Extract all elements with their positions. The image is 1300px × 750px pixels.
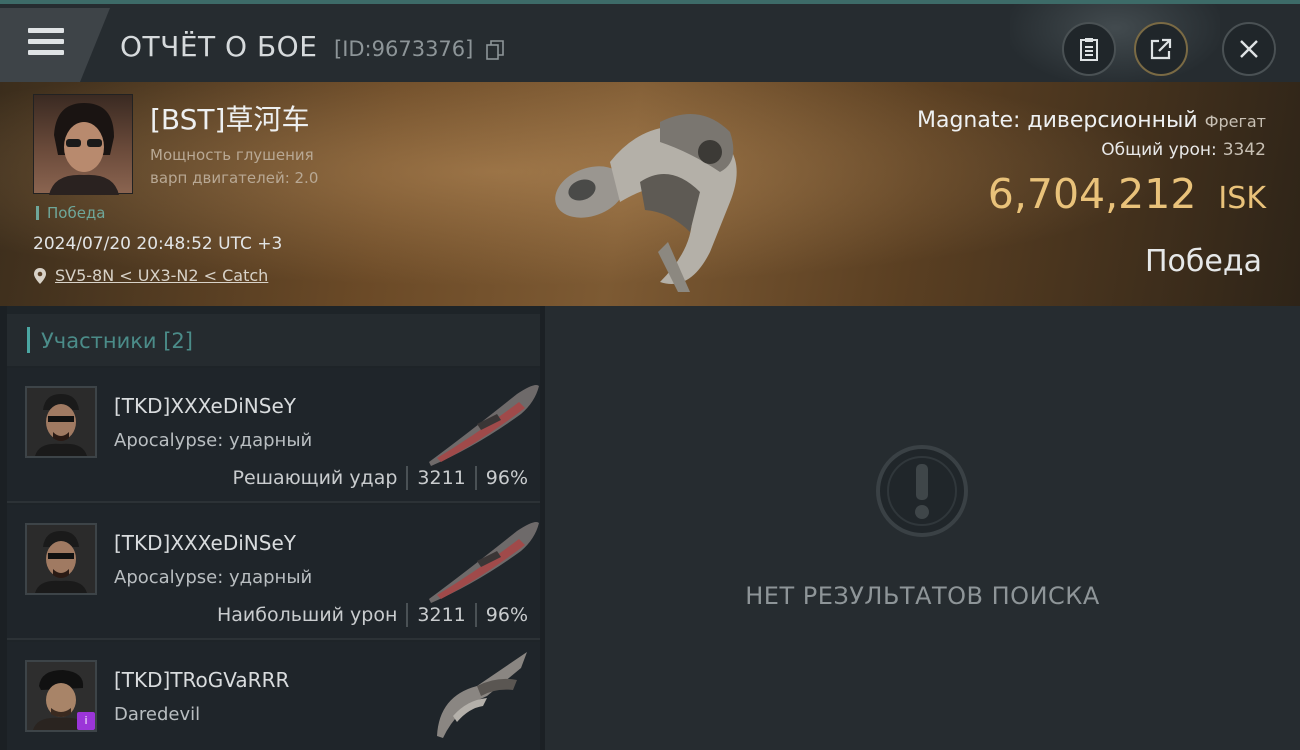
participant-damage: 3211 bbox=[417, 467, 466, 489]
avatar[interactable] bbox=[25, 386, 97, 458]
participant-role: Наибольший урон bbox=[216, 604, 398, 626]
victim-banner: [BST]草河车 Мощность глушения варп двигател… bbox=[0, 82, 1300, 306]
participant-ship-image[interactable] bbox=[417, 646, 542, 741]
page-title: ОТЧЁТ О БОЕ bbox=[120, 30, 318, 63]
damage-label: Общий урон: bbox=[1101, 140, 1217, 160]
stat-line: варп двигателей: 2.0 bbox=[150, 169, 319, 187]
participant-damage-percent: 96% bbox=[485, 467, 528, 489]
isk-value: 6,704,212 bbox=[987, 170, 1197, 218]
share-button[interactable] bbox=[1134, 22, 1188, 76]
victim-ship-image[interactable] bbox=[540, 92, 760, 297]
share-icon bbox=[1150, 38, 1172, 60]
participant-row[interactable]: [TKD]XXXeDiNSeY Apocalypse: ударный Наиб… bbox=[7, 505, 540, 640]
isk-value-line: 6,704,212 ISK bbox=[988, 170, 1266, 218]
timestamp: 2024/07/20 20:48:52 UTC +3 bbox=[33, 234, 283, 254]
location-text: SV5-8N < UX3-N2 < Catch bbox=[55, 266, 269, 285]
victim-ship-stat: Мощность глушения варп двигателей: 2.0 bbox=[150, 144, 318, 190]
avatar[interactable]: i bbox=[25, 660, 97, 732]
copy-icon[interactable] bbox=[486, 40, 504, 60]
separator bbox=[474, 603, 477, 627]
ship-name-text: Magnate: диверсионный bbox=[917, 108, 1198, 133]
battle-result: Победа bbox=[1145, 244, 1262, 279]
ship-class: Фрегат bbox=[1204, 112, 1266, 131]
avatar[interactable] bbox=[25, 523, 97, 595]
victim-pilot-name[interactable]: [BST]草河车 bbox=[150, 98, 309, 138]
participant-ship: Apocalypse: ударный bbox=[114, 430, 313, 451]
isk-unit: ISK bbox=[1218, 181, 1266, 216]
clipboard-button[interactable] bbox=[1062, 22, 1116, 76]
location-pin-icon bbox=[34, 267, 46, 284]
participant-role: Решающий удар bbox=[232, 467, 398, 489]
participants-header: Участники [2] bbox=[7, 314, 540, 366]
stat-line: Мощность глушения bbox=[150, 146, 314, 164]
separator bbox=[406, 603, 409, 627]
clipboard-icon bbox=[1080, 38, 1098, 61]
menu-button[interactable] bbox=[0, 8, 110, 84]
empty-state-text: НЕТ РЕЗУЛЬТАТОВ ПОИСКА bbox=[745, 582, 1100, 610]
location-link[interactable]: SV5-8N < UX3-N2 < Catch bbox=[33, 266, 268, 285]
close-button[interactable] bbox=[1222, 22, 1276, 76]
participants-label: Участники [2] bbox=[41, 329, 193, 353]
exclamation-icon bbox=[876, 445, 968, 537]
menu-icon bbox=[28, 28, 64, 61]
participant-name[interactable]: [TKD]TRoGVaRRR bbox=[114, 668, 289, 692]
participant-damage: 3211 bbox=[417, 604, 466, 626]
separator bbox=[474, 466, 477, 490]
damage-value: 3342 bbox=[1222, 140, 1266, 160]
participant-name[interactable]: [TKD]XXXeDiNSeY bbox=[114, 531, 296, 555]
participant-stats: Решающий удар 3211 96% bbox=[233, 466, 528, 490]
report-id: [ID:9673376] bbox=[334, 37, 474, 61]
details-panel: НЕТ РЕЗУЛЬТАТОВ ПОИСКА bbox=[545, 306, 1300, 750]
participant-ship-image[interactable] bbox=[417, 374, 542, 469]
participant-name[interactable]: [TKD]XXXeDiNSeY bbox=[114, 394, 296, 418]
participant-stats: Наибольший урон 3211 96% bbox=[217, 603, 528, 627]
participants-panel[interactable]: Участники [2] [TKD]XXXeDiNSeY Apocalypse… bbox=[7, 306, 540, 750]
participant-ship-image[interactable] bbox=[417, 511, 542, 606]
victim-ship-name: Magnate: диверсионный Фрегат bbox=[917, 108, 1266, 133]
top-bar: ОТЧЁТ О БОЕ [ID:9673376] bbox=[0, 0, 1300, 84]
participant-row[interactable]: [TKD]XXXeDiNSeY Apocalypse: ударный Реша… bbox=[7, 368, 540, 503]
outcome-label: Победа bbox=[36, 206, 106, 221]
corp-badge-icon: i bbox=[77, 712, 95, 730]
participant-ship: Daredevil bbox=[114, 704, 201, 725]
total-damage: Общий урон: 3342 bbox=[1101, 140, 1266, 160]
participant-row[interactable]: i [TKD]TRoGVaRRR Daredevil bbox=[7, 642, 540, 750]
close-icon bbox=[1240, 40, 1258, 58]
section-marker bbox=[27, 327, 30, 353]
separator bbox=[406, 466, 409, 490]
participant-damage-percent: 96% bbox=[485, 604, 528, 626]
victim-portrait[interactable] bbox=[33, 94, 133, 195]
participant-ship: Apocalypse: ударный bbox=[114, 567, 313, 588]
